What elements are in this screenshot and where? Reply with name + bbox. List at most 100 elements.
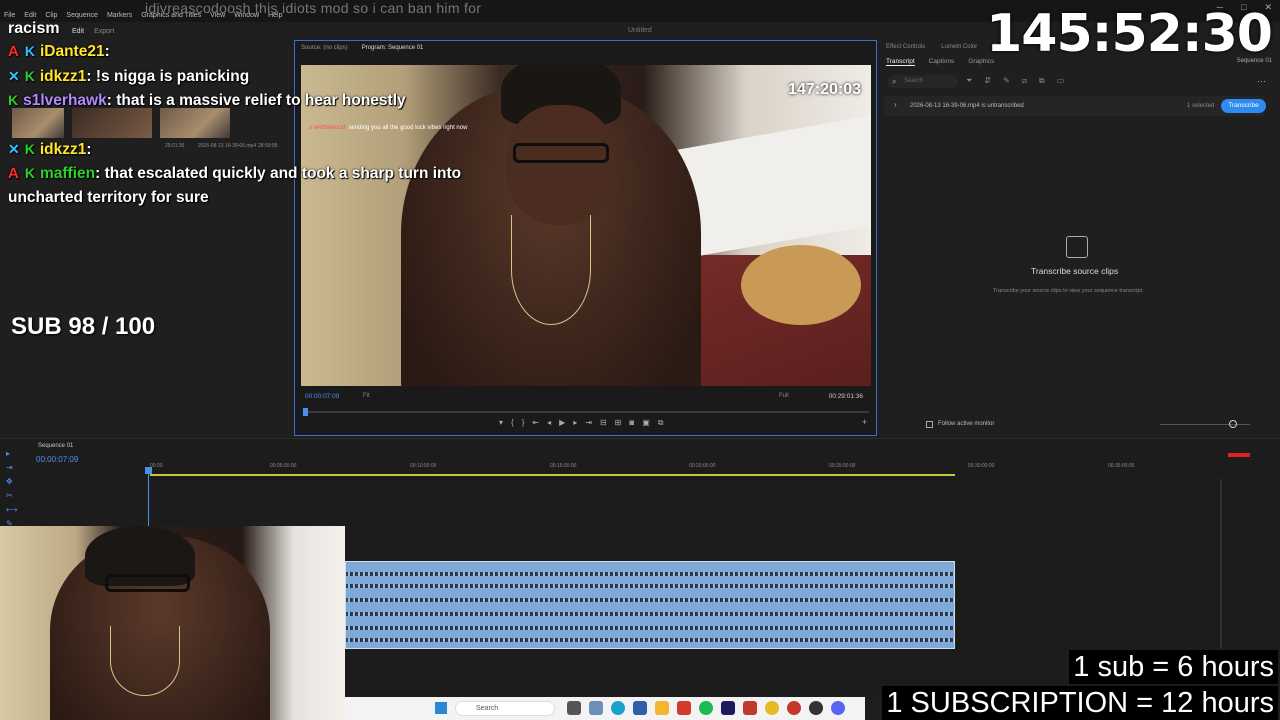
tab-edit[interactable]: Edit	[72, 28, 84, 35]
zoom-slider-handle[interactable]	[1229, 420, 1237, 428]
video-timer: 147:20:03	[788, 81, 861, 98]
menu-clip[interactable]: Clip	[45, 12, 57, 19]
chevron-right-icon[interactable]: ›	[894, 100, 897, 109]
premiere-icon[interactable]	[721, 701, 735, 715]
add-marker-icon[interactable]: ▾	[499, 418, 503, 428]
kick-badge-icon: K	[24, 141, 35, 157]
quality-select[interactable]: Full	[779, 393, 789, 399]
task-view-icon[interactable]	[567, 701, 581, 715]
tab-transcript[interactable]: Transcript	[886, 58, 915, 66]
tab-source[interactable]: Source: (no clips)	[301, 45, 348, 51]
discord-icon[interactable]	[831, 701, 845, 715]
filter-icon[interactable]: ⏷	[966, 76, 972, 86]
monitor-scrubber[interactable]	[303, 408, 869, 416]
video-chat-user: s wlettlewood:	[309, 125, 347, 131]
chat-username: idkzz1	[39, 68, 87, 85]
timeline-scrollbar[interactable]	[1220, 479, 1222, 649]
audio-waveform	[346, 626, 954, 630]
video-face	[506, 105, 616, 225]
scrubber-head[interactable]	[303, 408, 308, 416]
workspace-tabs: Edit Export	[72, 28, 114, 35]
media-thumbnail[interactable]	[12, 108, 64, 138]
work-area-bar[interactable]	[150, 474, 955, 476]
mark-in-icon[interactable]: {	[511, 418, 514, 428]
menu-edit[interactable]: Edit	[24, 12, 36, 19]
menu-markers[interactable]: Markers	[107, 12, 132, 19]
menu-file[interactable]: File	[4, 12, 15, 19]
chat-text: !s nigga is panicking	[91, 68, 250, 85]
sub-goal: SUB 98 / 100	[11, 313, 156, 340]
playhead-timecode[interactable]: 00:00:07:09	[305, 393, 339, 400]
audio-clip[interactable]	[345, 561, 955, 649]
window-title: Untitled	[628, 27, 652, 34]
ruler-tick: 00:30:00:00	[968, 463, 995, 469]
button-editor-icon[interactable]: +	[862, 417, 867, 427]
go-to-in-icon[interactable]: ⇤	[532, 418, 539, 428]
zoom-select[interactable]: Fit	[363, 393, 370, 399]
vr-icon[interactable]: ⧉	[658, 418, 664, 428]
slip-tool-icon[interactable]: ⟷	[6, 505, 17, 514]
compare-icon[interactable]: ▣	[642, 418, 650, 428]
kick-badge-icon: K	[24, 68, 35, 84]
transcript-search-input[interactable]: Search	[888, 75, 958, 88]
video-chat-text: sending you all the good luck vibes righ…	[348, 125, 468, 131]
mod-badge-icon: ✕	[8, 68, 20, 84]
tab-effect-controls[interactable]: Effect Controls	[886, 44, 925, 50]
settings-icon[interactable]	[589, 701, 603, 715]
kick-badge-icon: K	[8, 92, 19, 108]
sort-icon[interactable]: ⇵	[984, 76, 991, 86]
taskbar-search-input[interactable]: Search	[455, 701, 555, 716]
mail-icon[interactable]	[633, 701, 647, 715]
merge-icon[interactable]: ⧉	[1039, 76, 1045, 86]
chat-separator: :	[104, 43, 110, 60]
more-options-icon[interactable]: ⋯	[1257, 76, 1266, 87]
ruler-tick: 00:05:00:00	[270, 463, 297, 469]
play-icon[interactable]: ▶	[559, 418, 565, 428]
go-to-out-icon[interactable]: ⇥	[585, 418, 592, 428]
lift-icon[interactable]: ⊟	[600, 418, 607, 428]
split-icon[interactable]: ⧄	[1022, 76, 1027, 86]
chat-message: A Kmaffien: that escalated quickly and to…	[8, 165, 461, 183]
webcam-overlay	[0, 526, 345, 720]
timeline-timecode[interactable]: 00:00:07:09	[36, 455, 78, 464]
monitor-footer: 00:00:07:09 Fit Full 00:29:01:36 ▾ { } ⇤…	[301, 391, 871, 431]
playhead[interactable]	[148, 469, 149, 529]
media-thumbnail[interactable]	[72, 108, 152, 138]
follow-monitor-checkbox[interactable]	[926, 421, 933, 428]
program-video[interactable]: 147:20:03 s wlettlewood: sending you all…	[301, 65, 871, 386]
edit-icon[interactable]: ✎	[1003, 76, 1010, 86]
record-icon[interactable]	[787, 701, 801, 715]
transcript-icon	[1066, 236, 1088, 258]
razor-tool-icon[interactable]: ✂	[6, 491, 17, 500]
menu-sequence[interactable]: Sequence	[66, 12, 98, 19]
step-back-icon[interactable]: ◂	[547, 418, 551, 428]
obs-icon[interactable]	[809, 701, 823, 715]
track-select-icon[interactable]: ⇥	[6, 463, 17, 472]
ruler-tick: 00:25:00:00	[829, 463, 856, 469]
media-thumbnail[interactable]	[160, 108, 230, 138]
audio-waveform	[346, 584, 954, 588]
file-explorer-icon[interactable]	[655, 701, 669, 715]
spotify-icon[interactable]	[699, 701, 713, 715]
audio-waveform	[346, 572, 954, 576]
export-frame-icon[interactable]: ◙	[629, 418, 634, 428]
tab-program[interactable]: Program: Sequence 01	[362, 45, 424, 51]
step-forward-icon[interactable]: ▸	[573, 418, 577, 428]
stream-title: idjvreascodoosh this idiots mod so i can…	[145, 0, 482, 16]
windows-start-icon[interactable]	[435, 702, 447, 714]
selection-tool-icon[interactable]: ▸	[6, 449, 17, 458]
extract-icon[interactable]: ⊞	[615, 418, 622, 428]
tab-captions[interactable]: Captions	[929, 58, 955, 66]
caption-icon[interactable]: ▭	[1057, 76, 1065, 86]
mark-out-icon[interactable]: }	[522, 418, 525, 428]
transcribe-button[interactable]: Transcribe	[1221, 99, 1266, 113]
edge-icon[interactable]	[611, 701, 625, 715]
timeline-tab[interactable]: Sequence 01	[38, 443, 73, 449]
ripple-edit-icon[interactable]: ✥	[6, 477, 17, 486]
chrome-icon[interactable]	[765, 701, 779, 715]
transport-controls: ▾ { } ⇤ ◂ ▶ ▸ ⇥ ⊟ ⊞ ◙ ▣ ⧉	[499, 418, 663, 428]
tab-lumetri-color[interactable]: Lumetri Color	[941, 44, 977, 50]
tab-export[interactable]: Export	[94, 28, 114, 35]
app-icon[interactable]	[743, 701, 757, 715]
brave-icon[interactable]	[677, 701, 691, 715]
